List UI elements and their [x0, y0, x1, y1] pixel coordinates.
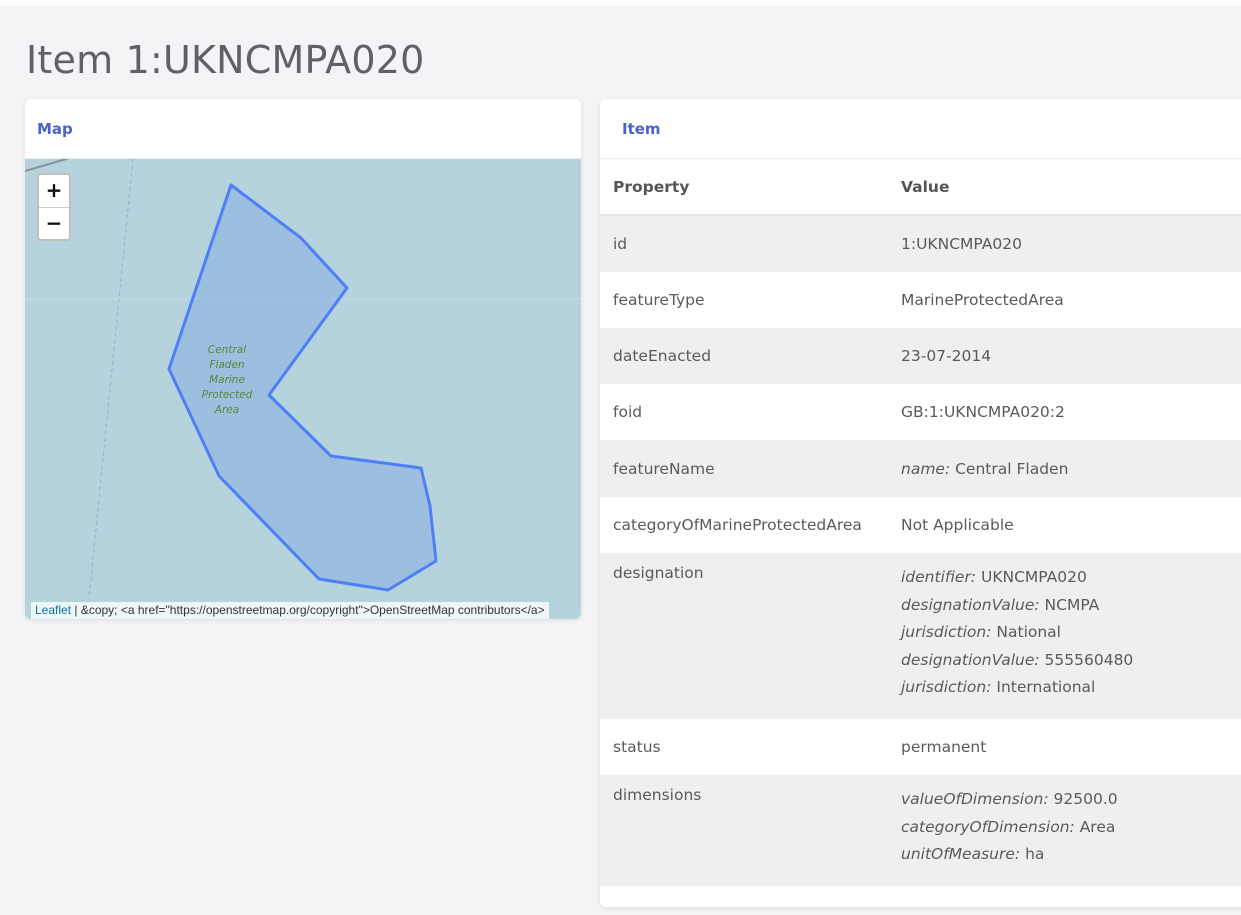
value-label: categoryOfDimension:	[901, 817, 1075, 836]
attribution-text: | &copy; <a href="https://openstreetmap.…	[71, 603, 545, 617]
property-cell: featureType	[600, 272, 888, 328]
value-label: designationValue:	[901, 650, 1040, 669]
value-line: valueOfDimension: 92500.0	[901, 786, 1241, 814]
value-cell: valueOfDimension: 92500.0 categoryOfDime…	[888, 775, 1241, 886]
property-cell: designation	[600, 553, 888, 719]
value-label: identifier:	[901, 568, 977, 586]
item-card-title: Item	[600, 99, 1241, 159]
value-line: jurisdiction: International	[901, 674, 1241, 702]
property-cell: status	[600, 719, 888, 775]
value-line: unitOfMeasure: ha	[901, 841, 1241, 869]
map-road-line	[25, 159, 70, 172]
property-cell: dimensions	[600, 775, 888, 886]
table-row: id 1:UKNCMPA020	[600, 215, 1241, 272]
value-line: identifier: UKNCMPA020	[901, 564, 1241, 592]
table-row: featureType MarineProtectedArea	[600, 272, 1241, 328]
area-label-line: Area	[214, 404, 239, 416]
value-cell: MarineProtectedArea	[888, 272, 1241, 328]
zoom-in-button[interactable]: +	[39, 175, 69, 207]
table-row: categoryOfMarineProtectedArea Not Applic…	[600, 497, 1241, 553]
value-text: NCMPA	[1039, 595, 1100, 614]
table-row: foid GB:1:UKNCMPA020:2	[600, 384, 1241, 440]
map-card: Map Central Fladen Marine Protected Area…	[25, 99, 581, 619]
protected-area-polygon[interactable]	[167, 183, 438, 592]
table-row: featureName name: Central Fladen	[600, 440, 1241, 497]
value-text: UKNCMPA020	[976, 568, 1087, 586]
value-text: 555560480	[1039, 650, 1134, 669]
value-line: categoryOfDimension: Area	[901, 814, 1241, 842]
area-label-line: Central	[208, 344, 246, 356]
table-row: status permanent	[600, 719, 1241, 775]
value-line: designationValue: NCMPA	[901, 592, 1241, 620]
item-card: Item Property Value id 1:UKNCMPA020 feat…	[600, 99, 1241, 907]
value-label: jurisdiction:	[901, 623, 992, 641]
value-line: designationValue: 555560480	[901, 647, 1241, 675]
value-cell: identifier: UKNCMPA020 designationValue:…	[888, 553, 1241, 719]
property-column-header: Property	[600, 159, 888, 216]
value-text: International	[991, 678, 1096, 696]
area-label-line: Marine	[209, 374, 245, 386]
zoom-out-button[interactable]: −	[39, 207, 69, 240]
value-cell: name: Central Fladen	[888, 440, 1241, 497]
map-attribution: Leaflet | &copy; <a href="https://openst…	[31, 602, 549, 619]
value-text: Area	[1074, 817, 1116, 836]
value-text: ha	[1020, 845, 1045, 863]
value-cell: 23-07-2014	[888, 328, 1241, 384]
table-row: designation identifier: UKNCMPA020 desig…	[600, 553, 1241, 719]
page-title: Item 1:UKNCMPA020	[26, 38, 425, 82]
property-cell: id	[600, 215, 888, 272]
value-text: 92500.0	[1048, 790, 1118, 808]
value-cell: Not Applicable	[888, 497, 1241, 553]
area-label-line: Fladen	[209, 359, 244, 371]
property-cell: categoryOfMarineProtectedArea	[600, 497, 888, 553]
area-label-line: Protected	[202, 389, 253, 401]
zoom-control: + −	[37, 173, 71, 241]
value-cell: permanent	[888, 719, 1241, 775]
map-card-title: Map	[25, 99, 581, 159]
value-column-header: Value	[888, 159, 1241, 216]
map-boundary-line	[88, 159, 134, 600]
table-row: dateEnacted 23-07-2014	[600, 328, 1241, 384]
value-label: valueOfDimension:	[901, 790, 1049, 808]
table-row: dimensions valueOfDimension: 92500.0 cat…	[600, 775, 1241, 886]
table-header-row: Property Value	[600, 159, 1241, 216]
value-line: jurisdiction: National	[901, 619, 1241, 647]
property-cell: foid	[600, 384, 888, 440]
value-label: designationValue:	[901, 595, 1040, 614]
value-label: name:	[901, 459, 951, 478]
value-text: National	[991, 623, 1061, 641]
value-cell: GB:1:UKNCMPA020:2	[888, 384, 1241, 440]
property-cell: featureName	[600, 440, 888, 497]
value-cell: 1:UKNCMPA020	[888, 215, 1241, 272]
map-view[interactable]: Central Fladen Marine Protected Area + −…	[25, 159, 581, 619]
leaflet-link[interactable]: Leaflet	[35, 603, 71, 617]
value-text: Central Fladen	[950, 459, 1069, 478]
properties-table: Property Value id 1:UKNCMPA020 featureTy…	[600, 159, 1241, 886]
value-label: jurisdiction:	[901, 678, 992, 696]
map-canvas[interactable]: Central Fladen Marine Protected Area	[25, 159, 581, 619]
top-bar	[0, 0, 1241, 6]
property-cell: dateEnacted	[600, 328, 888, 384]
value-label: unitOfMeasure:	[901, 845, 1021, 863]
